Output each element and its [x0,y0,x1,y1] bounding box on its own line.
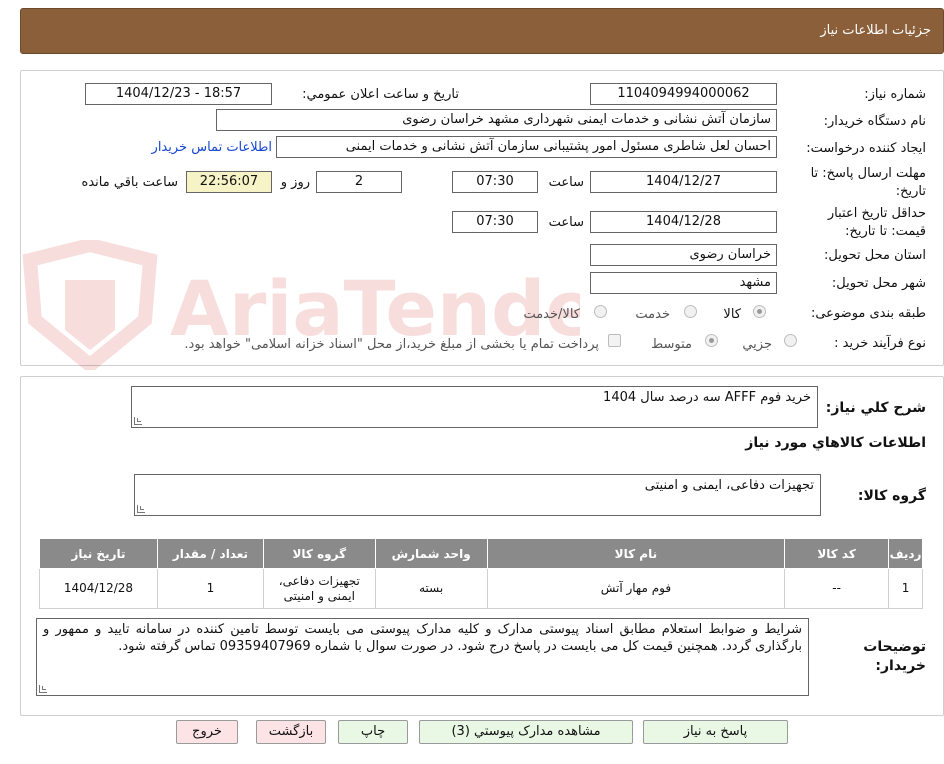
process-label: نوع فرآیند خرید : [834,336,926,351]
deadline-time-field: 07:30 [452,171,538,193]
back-button[interactable]: بازگشت [256,720,326,744]
province-field: خراسان رضوی [590,244,777,266]
announce-field: 1404/12/23 - 18:57 [85,83,272,105]
buyer-org-label: نام دستگاه خریدار: [823,114,926,129]
price-validity-label-date: قیمت: تا تاریخ: [845,224,926,239]
summary-label: شرح کلي نیاز: [825,400,926,416]
announce-label: تاریخ و ساعت اعلان عمومي: [302,87,459,102]
table-row: 1 -- فوم مهار آتش بسته تجهیزات دفاعی، ای… [39,568,923,609]
deadline-label: مهلت ارسال پاسخ: تا [810,166,926,181]
buyer-contact-link[interactable]: اطلاعات تماس خریدار [152,140,272,155]
goods-group-label: گروه کالا: [857,488,926,504]
notes-label: توضیحات [863,639,926,655]
attachments-button[interactable]: مشاهده مدارک پیوستي (3) [419,720,633,744]
print-button[interactable]: چاپ [338,720,408,744]
header-item-group: گروه کالا [262,538,376,569]
process-radio-partial[interactable] [784,334,797,347]
price-validity-date-field: 1404/12/28 [590,211,777,233]
buyer-org-field: سازمان آتش نشانی و خدمات ایمنی شهرداری م… [216,109,777,131]
reply-button[interactable]: پاسخ به نیاز [643,720,788,744]
price-validity-time-field: 07:30 [452,211,538,233]
cell-need-date: 1404/12/28 [39,568,158,609]
resize-grip-icon[interactable] [137,505,145,513]
treasury-note: پرداخت تمام یا بخشی از مبلغ خرید،از محل … [184,337,599,352]
goods-info-title: اطلاعات کالاهاي مورد نیاز [745,435,926,451]
remaining-time-field: 22:56:07 [186,171,272,193]
notes-label-buyer: خریدار: [875,658,926,674]
category-option-goods: کالا [723,307,741,322]
header-item-name: نام کالا [486,538,786,569]
cell-item-code: -- [784,568,890,609]
header-quantity: تعداد / مقدار [156,538,264,569]
table-header-row: ردیف کد کالا نام کالا واحد شمارش گروه کا… [39,538,923,569]
need-number-field: 1104094994000062 [590,83,777,105]
resize-grip-icon[interactable] [134,417,142,425]
category-option-goods-service: کالا/خدمت [523,307,580,322]
cell-item-name: فوم مهار آتش [486,568,786,609]
deadline-label-date: تاریخ: [895,184,926,199]
deadline-time-label: ساعت [548,175,584,190]
city-field: مشهد [590,272,777,294]
remaining-label: ساعت باقي مانده [81,175,178,190]
cell-row-number: 1 [888,568,923,609]
items-table: ردیف کد کالا نام کالا واحد شمارش گروه کا… [39,538,923,609]
category-radio-service[interactable] [684,305,697,318]
treasury-checkbox[interactable] [608,334,621,347]
process-option-partial: جزیي [742,337,772,352]
goods-group-textarea[interactable]: تجهیزات دفاعی، ایمنی و امنیتی [134,474,821,516]
cell-item-group: تجهیزات دفاعی، ایمنی و امنیتی [262,568,376,609]
process-radio-medium[interactable] [705,334,718,347]
header-row-number: ردیف [888,538,923,569]
notes-text: شرایط و ضوابط استعلام مطابق اسناد پیوستی… [43,622,802,654]
price-validity-label: حداقل تاریخ اعتبار [827,206,926,221]
notes-textarea[interactable]: شرایط و ضوابط استعلام مطابق اسناد پیوستی… [36,618,809,696]
category-label: طبقه بندی موضوعی: [810,306,926,321]
category-option-service: خدمت [635,307,670,322]
province-label: استان محل تحویل: [824,248,926,263]
resize-grip-icon[interactable] [39,685,47,693]
goods-group-text: تجهیزات دفاعی، ایمنی و امنیتی [644,478,814,493]
process-option-medium: متوسط [651,337,692,352]
price-validity-time-label: ساعت [548,215,584,230]
days-label: روز و [280,175,310,190]
category-radio-goods[interactable] [753,305,766,318]
days-field: 2 [316,171,402,193]
summary-textarea[interactable]: خرید فوم AFFF سه درصد سال 1404 [131,386,818,428]
page-title: جزئیات اطلاعات نیاز [820,23,931,38]
header-unit: واحد شمارش [374,538,488,569]
need-number-label: شماره نیاز: [864,87,926,102]
cell-unit: بسته [374,568,488,609]
category-radio-goods-service[interactable] [594,305,607,318]
deadline-date-field: 1404/12/27 [590,171,777,193]
requester-label: ایجاد کننده درخواست: [806,141,926,156]
cell-quantity: 1 [156,568,264,609]
requester-field: احسان لعل شاطری مسئول امور پشتیبانی سازم… [276,136,777,158]
city-label: شهر محل تحویل: [831,276,926,291]
page-header: جزئیات اطلاعات نیاز [20,8,944,54]
header-need-date: تاریخ نیاز [39,538,158,569]
summary-text: خرید فوم AFFF سه درصد سال 1404 [603,390,811,405]
header-item-code: کد کالا [784,538,890,569]
exit-button[interactable]: خروج [176,720,238,744]
